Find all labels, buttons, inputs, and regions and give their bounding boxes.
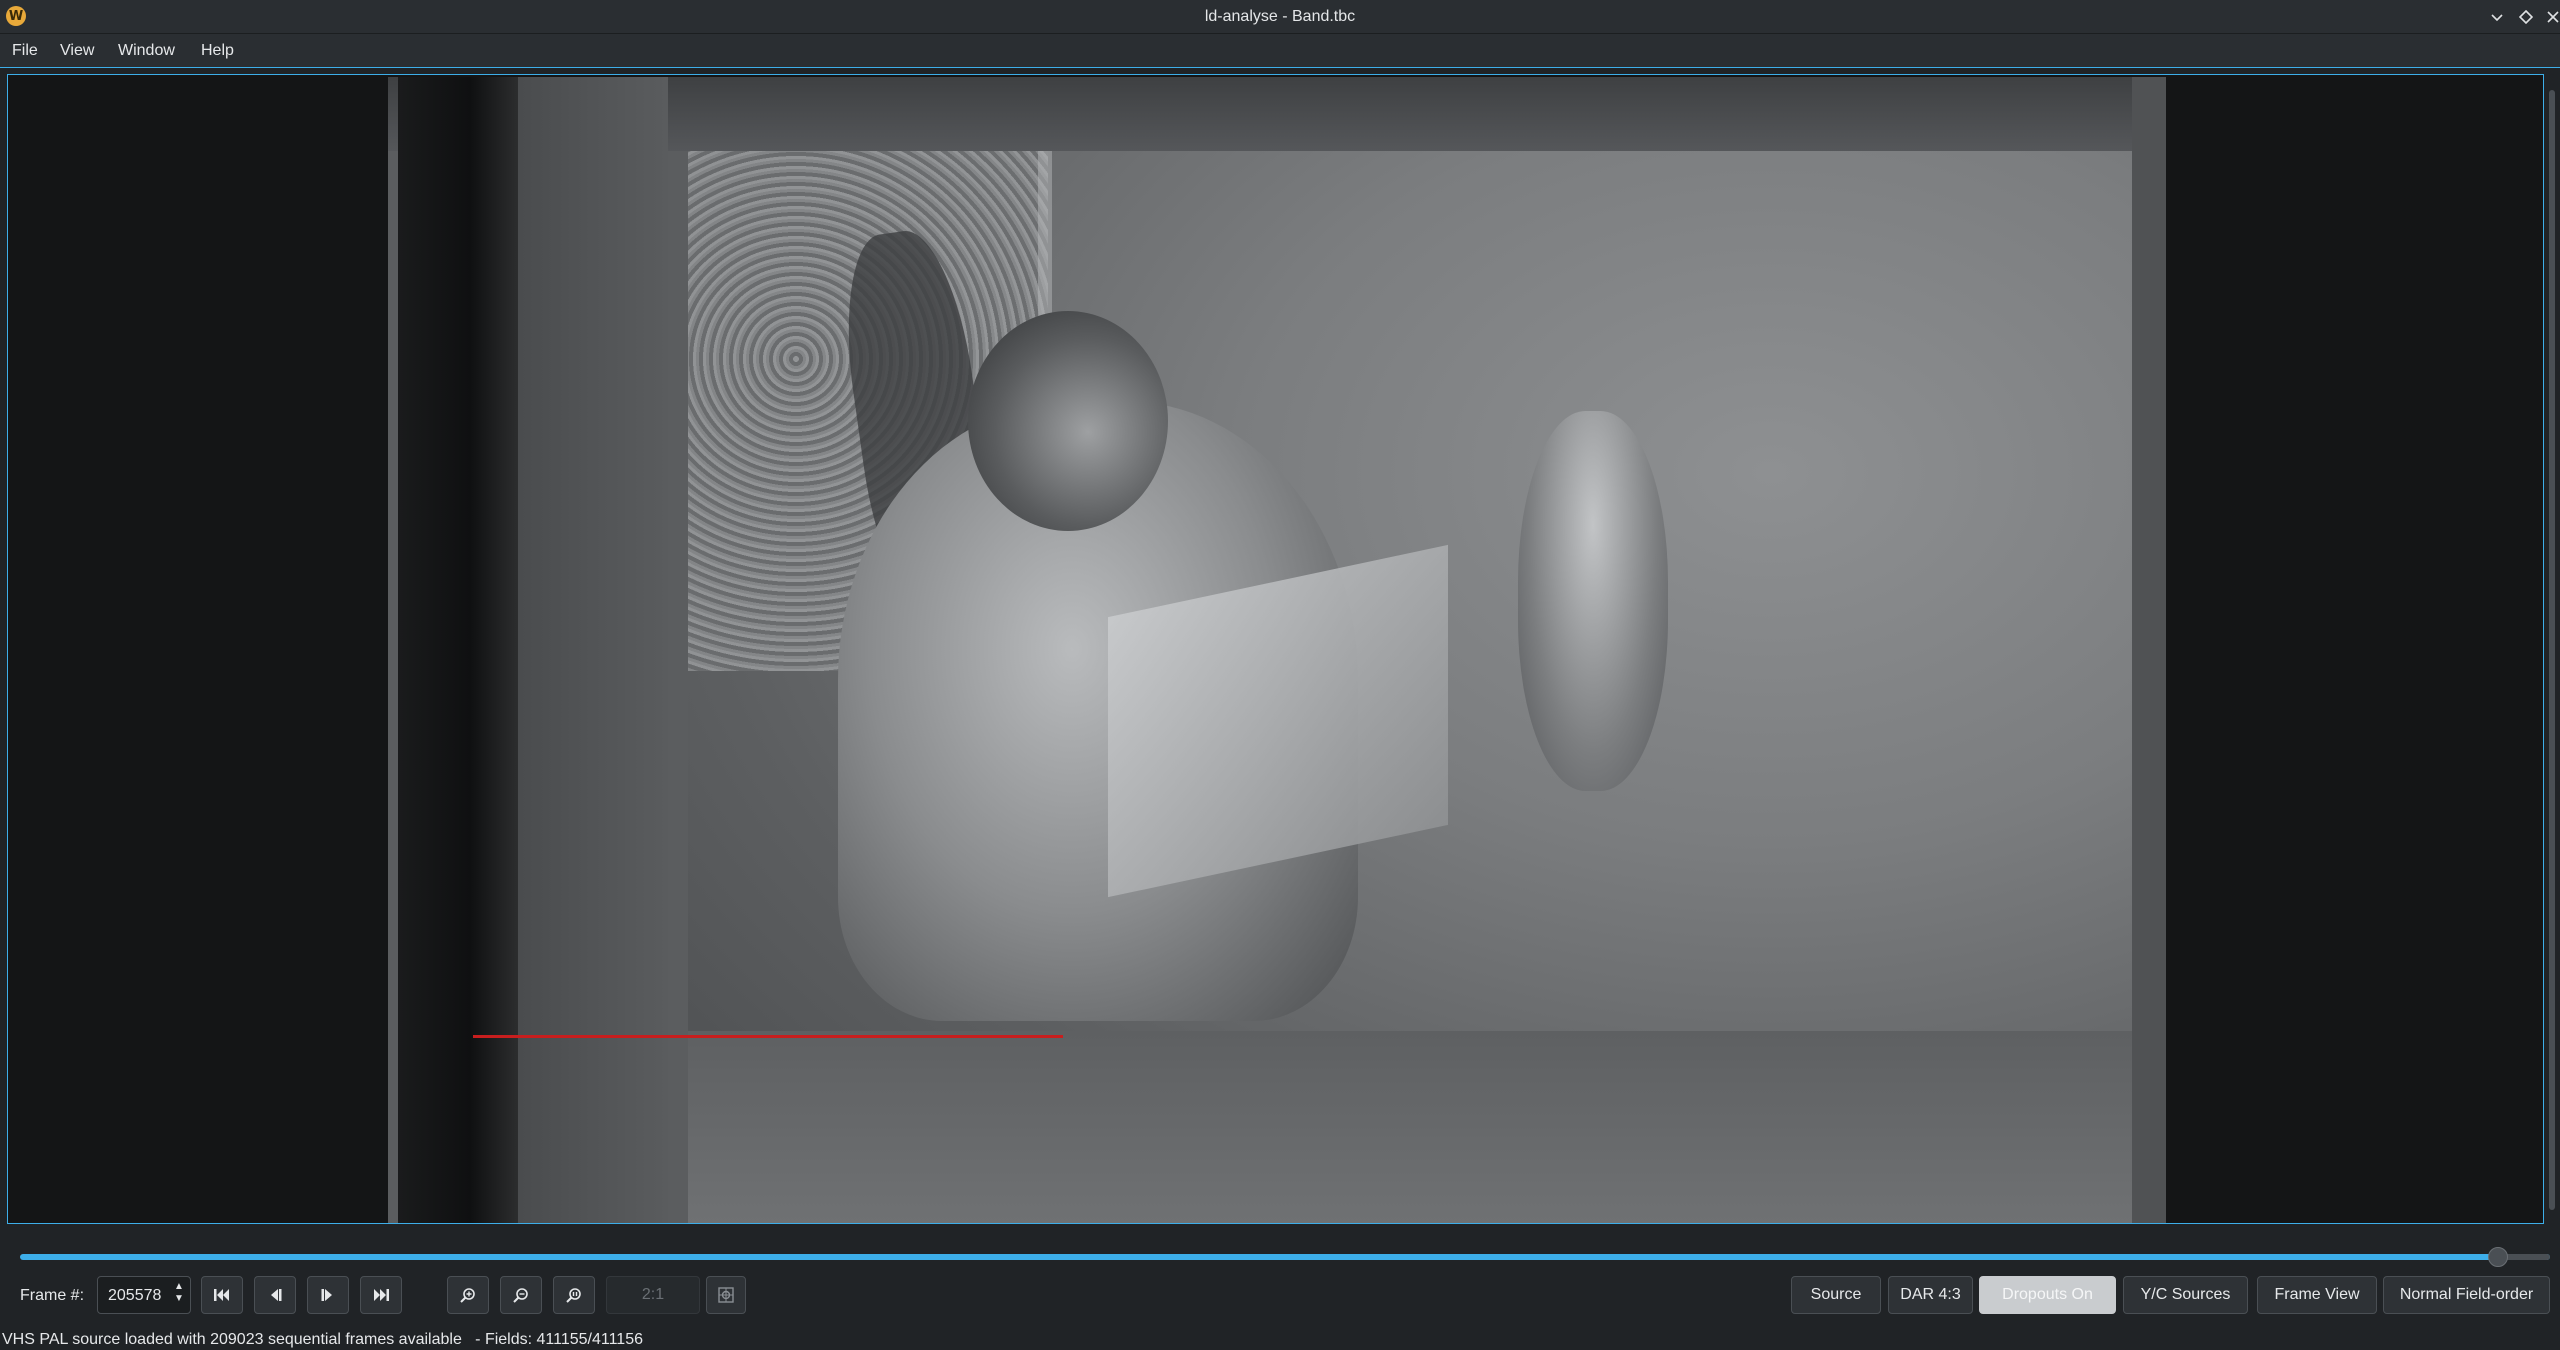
menu-help[interactable]: Help [201,42,234,60]
last-frame-button[interactable] [360,1276,402,1314]
frame-blanking-area [398,77,518,1223]
zoom-ratio-display: 2:1 [606,1276,700,1314]
previous-frame-button[interactable] [254,1276,296,1314]
singer-figure [1518,411,1668,791]
zoom-in-icon [460,1288,475,1303]
first-frame-button[interactable] [201,1276,243,1314]
video-picture [688,151,2132,1223]
maximize-icon[interactable] [2515,6,2537,28]
frame-number-label: Frame #: [20,1287,85,1304]
frame-number-spinbox[interactable]: 205578 ▲ ▼ [97,1276,191,1314]
frame-number-value[interactable]: 205578 [108,1287,161,1305]
menu-view[interactable]: View [60,42,94,60]
close-icon[interactable] [2542,6,2560,28]
zoom-original-icon [566,1288,581,1303]
title-bar: W ld-analyse - Band.tbc [0,0,2560,34]
dropouts-toggle-button[interactable]: Dropouts On [1979,1276,2116,1314]
frame-view-button[interactable]: Frame View [2257,1276,2377,1314]
scrollbar-thumb[interactable] [2549,90,2555,1210]
previous-frame-icon [271,1289,282,1301]
video-frame [388,77,2166,1223]
frame-left-band [518,77,668,1223]
zoom-out-button[interactable] [500,1276,542,1314]
frame-slider-track[interactable] [20,1254,2550,1260]
last-frame-icon [374,1289,389,1301]
vertical-scrollbar[interactable] [2546,74,2558,1224]
window-title: ld-analyse - Band.tbc [1204,8,1356,25]
crosshair-icon [718,1287,734,1303]
status-message: VHS PAL source loaded with 209023 sequen… [2,1331,643,1348]
yc-sources-button[interactable]: Y/C Sources [2123,1276,2248,1314]
next-frame-icon [321,1289,332,1301]
frame-right-band [2132,77,2166,1223]
frame-slider-handle[interactable] [2488,1247,2508,1267]
field-order-button[interactable]: Normal Field-order [2383,1276,2550,1314]
menu-bar: File View Window Help [0,34,2560,68]
minimize-icon[interactable] [2486,6,2508,28]
menu-file[interactable]: File [12,42,38,60]
stage-floor [688,1031,2132,1223]
spin-arrows-icon[interactable]: ▲ ▼ [172,1281,186,1309]
dropout-marker [473,1035,1063,1038]
next-frame-button[interactable] [307,1276,349,1314]
video-viewport[interactable] [7,74,2544,1224]
mouse-mode-button[interactable] [706,1276,746,1314]
menu-window[interactable]: Window [118,42,175,60]
zoom-in-button[interactable] [447,1276,489,1314]
dar-button[interactable]: DAR 4:3 [1888,1276,1973,1314]
violinist-head [968,311,1168,531]
zoom-out-icon [513,1288,528,1303]
zoom-original-button[interactable] [553,1276,595,1314]
first-frame-icon [214,1289,229,1301]
source-button[interactable]: Source [1791,1276,1881,1314]
